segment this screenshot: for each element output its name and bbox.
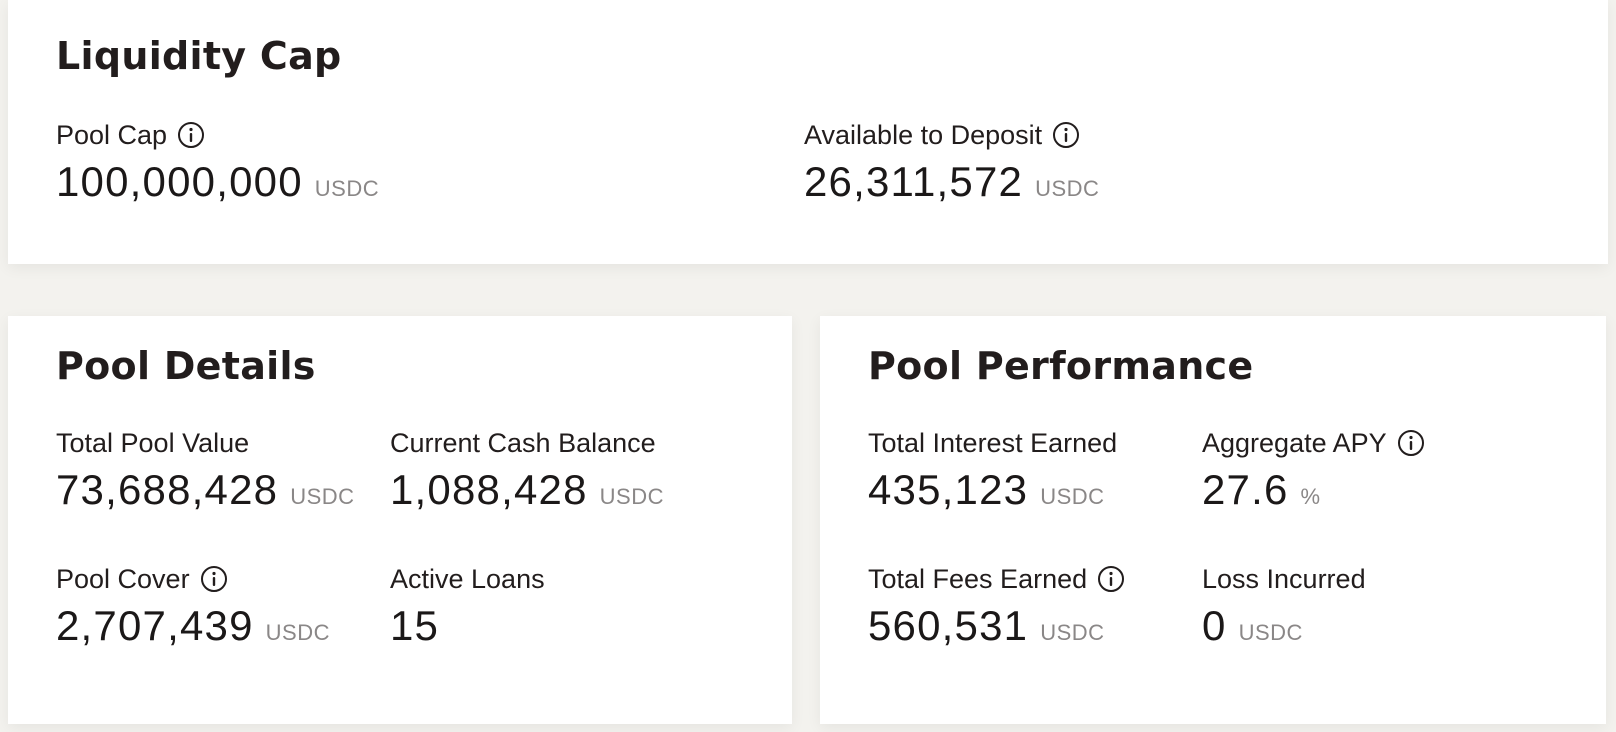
- liquidity-cap-title: Liquidity Cap: [56, 34, 342, 78]
- current-cash-balance-label: Current Cash Balance: [390, 427, 656, 458]
- available-to-deposit-label: Available to Deposit: [804, 119, 1043, 150]
- active-loans-label: Active Loans: [390, 563, 545, 594]
- current-cash-balance-unit: USDC: [599, 484, 664, 509]
- info-icon[interactable]: [177, 121, 205, 149]
- info-icon[interactable]: [1097, 565, 1125, 593]
- pool-cap-unit: USDC: [314, 176, 380, 201]
- pool-details-card: Pool Details Total Pool Value 73,688,428…: [8, 316, 792, 724]
- pool-cover-stat: Pool Cover 2,707,439 USDC: [56, 562, 330, 650]
- total-pool-value-label: Total Pool Value: [56, 427, 250, 458]
- info-icon[interactable]: [1052, 121, 1080, 149]
- aggregate-apy-unit: %: [1300, 484, 1321, 509]
- liquidity-cap-card: Liquidity Cap Pool Cap 100,000,000 USDC …: [8, 0, 1608, 264]
- aggregate-apy-label: Aggregate APY: [1202, 427, 1387, 458]
- pool-cover-value: 2,707,439: [56, 602, 254, 649]
- aggregate-apy-stat: Aggregate APY 27.6 %: [1202, 426, 1425, 514]
- pool-details-title: Pool Details: [56, 344, 316, 388]
- available-to-deposit-stat: Available to Deposit 26,311,572 USDC: [804, 118, 1099, 206]
- current-cash-balance-stat: Current Cash Balance 1,088,428 USDC: [390, 426, 664, 514]
- pool-cap-label: Pool Cap: [56, 119, 168, 150]
- info-icon[interactable]: [200, 565, 228, 593]
- available-to-deposit-value: 26,311,572: [804, 158, 1024, 205]
- total-interest-earned-unit: USDC: [1040, 484, 1105, 509]
- available-to-deposit-unit: USDC: [1035, 176, 1100, 201]
- info-icon[interactable]: [1397, 429, 1425, 457]
- aggregate-apy-value: 27.6: [1202, 466, 1289, 513]
- pool-performance-title: Pool Performance: [868, 344, 1254, 388]
- total-fees-earned-value: 560,531: [868, 602, 1029, 649]
- active-loans-stat: Active Loans 15: [390, 562, 545, 650]
- pool-performance-card: Pool Performance Total Interest Earned 4…: [820, 316, 1606, 724]
- total-pool-value-value: 73,688,428: [56, 466, 279, 513]
- total-fees-earned-unit: USDC: [1040, 620, 1105, 645]
- total-fees-earned-label: Total Fees Earned: [868, 563, 1088, 594]
- total-interest-earned-value: 435,123: [868, 466, 1029, 513]
- loss-incurred-value: 0: [1202, 602, 1227, 649]
- pool-cap-value: 100,000,000: [56, 158, 303, 205]
- current-cash-balance-value: 1,088,428: [390, 466, 588, 513]
- loss-incurred-label: Loss Incurred: [1202, 563, 1366, 594]
- pool-cap-stat: Pool Cap 100,000,000 USDC: [56, 118, 379, 206]
- pool-cover-label: Pool Cover: [56, 563, 190, 594]
- total-pool-value-unit: USDC: [290, 484, 355, 509]
- loss-incurred-unit: USDC: [1238, 620, 1303, 645]
- loss-incurred-stat: Loss Incurred 0 USDC: [1202, 562, 1366, 650]
- total-interest-earned-label: Total Interest Earned: [868, 427, 1118, 458]
- total-interest-earned-stat: Total Interest Earned 435,123 USDC: [868, 426, 1117, 514]
- pool-cover-unit: USDC: [265, 620, 330, 645]
- active-loans-value: 15: [390, 602, 440, 649]
- total-pool-value-stat: Total Pool Value 73,688,428 USDC: [56, 426, 355, 514]
- total-fees-earned-stat: Total Fees Earned 560,531 USDC: [868, 562, 1125, 650]
